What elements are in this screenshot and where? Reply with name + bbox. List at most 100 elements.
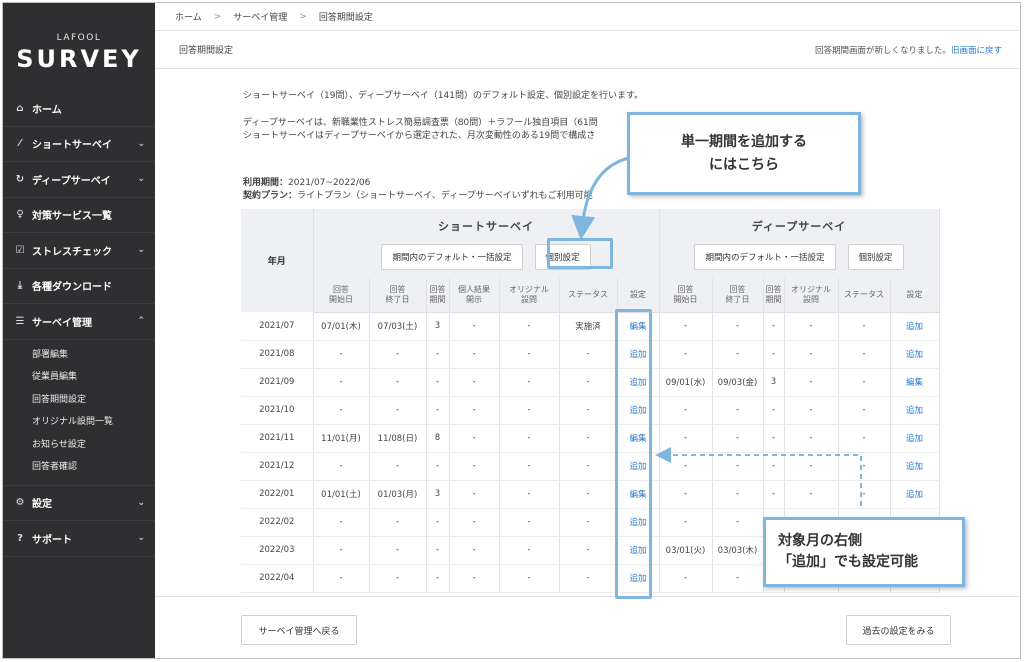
breadcrumb-item-1[interactable]: サーベイ管理 [233,10,287,23]
sidebar-item-5-icon: ⤓ [17,280,23,292]
short-cell: - [559,424,618,453]
short-subheader-2: 回答 期間 [426,278,450,313]
sidebar-item-3[interactable]: ♀ 対策サービス一覧 [3,198,155,233]
deep-cell: - [712,564,764,593]
short-cell: 8 [426,424,450,453]
deep-cell: - [784,340,839,369]
deep-cell: - [712,312,764,341]
deep-cell: - [838,480,891,509]
sidebar-item-1[interactable]: ⁄ ショートサーベイ ⌄ [3,127,155,162]
short-cell: - [313,396,370,425]
chevron-icon: ⌄ [137,533,145,544]
deep-action-link[interactable]: 追加 [890,480,940,509]
table-row: 2021/12- - - - - - 追加 - - - - - 追加 [241,452,940,481]
sidebar-item-0-label: ホーム [32,104,62,116]
contract-plan: 契約プラン：ライトプラン（ショートサーベイ、ディープサーベイいずれもご利用可能 [243,188,593,201]
logo-small-text: LAFOOL [56,33,102,43]
sidebar-nav: ⌂ ホーム ⁄ ショートサーベイ ⌄ ↻ ディープサーベイ ⌄ ♀ 対策サービス一覧 ☑ ストレスチェ… [3,91,155,557]
deep-cell: - [712,480,764,509]
sidebar-bottom-item-0-label: 設定 [32,499,52,511]
survey-management-submenu: 部署編集 従業員編集 回答期間設定 オリジナル設問一覧 お知らせ設定 回答者確認 [3,340,155,486]
sidebar-item-2[interactable]: ↻ ディープサーベイ ⌄ [3,162,155,198]
sidebar-item-4[interactable]: ☑ ストレスチェック ⌄ [3,233,155,269]
sidebar-bottom-item-0[interactable]: ⚙ 設定 ⌄ [3,486,155,521]
deep-cell: - [838,312,891,341]
submenu-item-1[interactable]: 従業員編集 [3,366,155,389]
short-cell: - [499,340,560,369]
sidebar-item-1-icon: ⁄ [19,138,21,150]
app-window: LAFOOL SURVEY ⌂ ホーム ⁄ ショートサーベイ ⌄ ↻ ディープサーベイ ⌄ ♀ 対… [2,2,1021,659]
chevron-icon: ⌄ [137,245,145,256]
usage-period-value: 2021/07~2022/06 [288,178,371,188]
view-past-settings-button[interactable]: 過去の設定をみる [846,615,951,645]
submenu-item-3[interactable]: オリジナル設問一覧 [3,411,155,434]
sidebar-item-6[interactable]: ☰ サーベイ管理 ⌃ [3,304,155,340]
row-year-month: 2021/07 [241,312,314,341]
deep-action-link[interactable]: 追加 [890,312,940,341]
deep-individual-settings-button[interactable]: 個別設定 [847,243,904,270]
submenu-item-0[interactable]: 部署編集 [3,344,155,367]
short-cell: - [499,536,560,565]
short-cell: - [499,396,560,425]
deep-cell: - [712,452,764,481]
chevron-icon: ⌄ [137,138,145,149]
sidebar-item-6-icon: ☰ [15,315,25,327]
short-cell: - [499,424,560,453]
short-subheader-5: ステータス [559,278,618,313]
short-cell: - [313,564,370,593]
deep-default-settings-button[interactable]: 期間内のデフォルト・一括設定 [694,243,836,270]
short-cell: - [449,564,500,593]
sidebar-item-0[interactable]: ⌂ ホーム [3,91,155,127]
short-cell: - [499,508,560,537]
short-subheader-6: 設定 [617,278,660,313]
short-cell: - [426,564,450,593]
ym-header: 年月 [241,209,314,312]
row-year-month: 2022/01 [241,480,314,509]
deep-cell: - [763,452,785,481]
deep-cell: - [763,480,785,509]
deep-action-link[interactable]: 追加 [890,424,940,453]
deep-action-link[interactable]: 編集 [890,368,940,397]
deep-cell: - [659,312,713,341]
sidebar-item-5[interactable]: ⤓ 各種ダウンロード [3,269,155,304]
row-year-month: 2022/02 [241,508,314,537]
old-screen-link[interactable]: 旧画面に戻す [951,46,1002,56]
deep-cell: - [659,424,713,453]
submenu-item-5[interactable]: 回答者確認 [3,456,155,479]
sidebar-item-4-label: ストレスチェック [32,246,112,258]
short-cell: - [449,368,500,397]
breadcrumb-item-2: 回答期間設定 [318,13,373,23]
sidebar-bottom-item-1[interactable]: ? サポート ⌄ [3,521,155,557]
sidebar-bottom-item-1-icon: ? [17,532,23,544]
deep-action-link[interactable]: 追加 [890,396,940,425]
short-cell: - [313,508,370,537]
chevron-icon: ⌃ [137,316,145,327]
sidebar-bottom-item-1-label: サポート [32,534,72,546]
deep-cell: - [784,424,839,453]
callout-bottom-line1: 対象月の右側 [778,533,862,549]
submenu-item-2[interactable]: 回答期間設定 [3,389,155,412]
short-cell: - [313,536,370,565]
short-cell: 01/03(月) [369,480,427,509]
breadcrumb-item-0[interactable]: ホーム [175,10,202,23]
deep-action-link[interactable]: 追加 [890,452,940,481]
short-default-settings-button[interactable]: 期間内のデフォルト・一括設定 [381,243,523,270]
table-row: 2021/09- - - - - - 追加 09/01(水) 09/03(金) 3- - 編集 [241,368,940,397]
short-cell: - [426,508,450,537]
logo[interactable]: SURVEY [3,45,155,73]
short-cell: - [559,480,618,509]
submenu-item-4[interactable]: お知らせ設定 [3,434,155,457]
description-line1: ショートサーベイ（19問）、ディープサーベイ（141問）のデフォルト設定、個別設… [243,91,644,101]
short-cell: - [499,368,560,397]
deep-cell: - [712,396,764,425]
callout-add-right: 対象月の右側 「追加」でも設定可能 [763,517,965,587]
sidebar-item-2-label: ディープサーベイ [32,175,111,187]
short-cell: 11/01(月) [313,424,370,453]
short-cell: - [559,564,618,593]
row-year-month: 2022/03 [241,536,314,565]
deep-action-link[interactable]: 追加 [890,340,940,369]
back-to-survey-management-button[interactable]: サーベイ管理へ戻る [241,615,357,645]
deep-cell: - [659,340,713,369]
contract-plan-value: ライトプラン（ショートサーベイ、ディープサーベイいずれもご利用可能 [297,191,593,201]
deep-cell: - [763,396,785,425]
